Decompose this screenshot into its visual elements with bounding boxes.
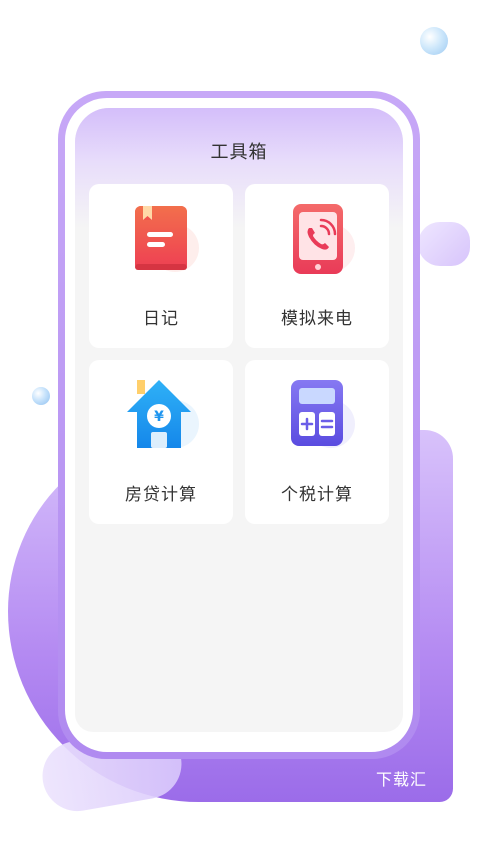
phone-bezel: 工具箱 日记 模拟来电 ¥ 房贷计算 个税计算 (65, 98, 413, 752)
svg-text:¥: ¥ (154, 409, 164, 425)
tool-card-fake-call[interactable]: 模拟来电 (245, 184, 389, 348)
phone-frame: 工具箱 日记 模拟来电 ¥ 房贷计算 个税计算 (58, 91, 420, 759)
diary-book-icon (125, 202, 205, 282)
watermark-text: 下载汇 (376, 770, 428, 789)
decorative-pill (418, 222, 470, 266)
tool-card-income-tax[interactable]: 个税计算 (245, 360, 389, 524)
tool-card-mortgage[interactable]: ¥ 房贷计算 (89, 360, 233, 524)
page-title: 工具箱 (210, 142, 268, 163)
phone-call-icon (281, 202, 361, 282)
tool-label: 个税计算 (281, 485, 353, 505)
house-yuan-icon: ¥ (125, 378, 205, 458)
tool-label: 房贷计算 (125, 485, 197, 505)
tool-card-diary[interactable]: 日记 (89, 184, 233, 348)
tool-label: 日记 (143, 309, 179, 329)
tool-label: 模拟来电 (281, 309, 353, 329)
app-screen: 工具箱 日记 模拟来电 ¥ 房贷计算 个税计算 (75, 108, 403, 732)
decorative-bubble (32, 387, 50, 405)
decorative-bubble (420, 27, 448, 55)
calculator-icon (281, 378, 361, 458)
